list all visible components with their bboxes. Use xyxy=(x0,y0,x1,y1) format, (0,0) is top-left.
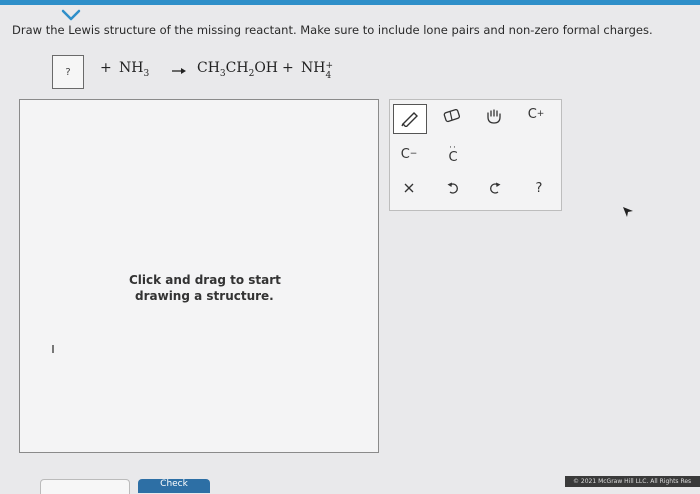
reactant-nh3: NH3 xyxy=(119,60,150,79)
radical-tool[interactable]: ·· C xyxy=(440,140,466,166)
plus-sign-1: + xyxy=(100,60,112,76)
missing-reactant-box[interactable]: ? xyxy=(52,55,84,89)
plus-sign-2: + xyxy=(282,60,294,76)
help-tool[interactable]: ? xyxy=(528,177,550,199)
redo-icon xyxy=(490,182,501,194)
reaction-arrow-icon xyxy=(172,68,186,74)
product-ammonium: NH +4 xyxy=(301,60,334,81)
hand-icon xyxy=(487,109,501,124)
pencil-tool[interactable] xyxy=(393,104,427,134)
undo-icon xyxy=(447,182,458,194)
footer-copyright: © 2021 McGraw Hill LLC. All Rights Res xyxy=(565,476,700,487)
redo-tool[interactable] xyxy=(484,177,506,199)
eraser-icon xyxy=(443,109,461,123)
canvas-scroll-mark xyxy=(52,345,54,353)
check-button[interactable]: Check xyxy=(138,479,210,493)
pencil-icon xyxy=(401,112,418,127)
product-ethanol: CH3CH2OH xyxy=(197,60,278,79)
pan-tool[interactable] xyxy=(480,104,508,128)
top-accent-bar xyxy=(0,0,700,5)
eraser-tool[interactable] xyxy=(438,104,466,128)
question-instruction: Draw the Lewis structure of the missing … xyxy=(12,23,653,37)
close-icon xyxy=(404,183,414,193)
carbocation-tool[interactable]: C + xyxy=(522,102,550,126)
undo-tool[interactable] xyxy=(442,177,464,199)
clear-tool[interactable] xyxy=(398,177,420,199)
chevron-down-icon[interactable] xyxy=(60,8,82,22)
missing-placeholder: ? xyxy=(65,66,71,78)
mouse-cursor-icon xyxy=(623,207,633,217)
carbanion-tool[interactable]: C − xyxy=(396,142,422,166)
canvas-hint: Click and drag to start drawing a struct… xyxy=(129,273,281,303)
